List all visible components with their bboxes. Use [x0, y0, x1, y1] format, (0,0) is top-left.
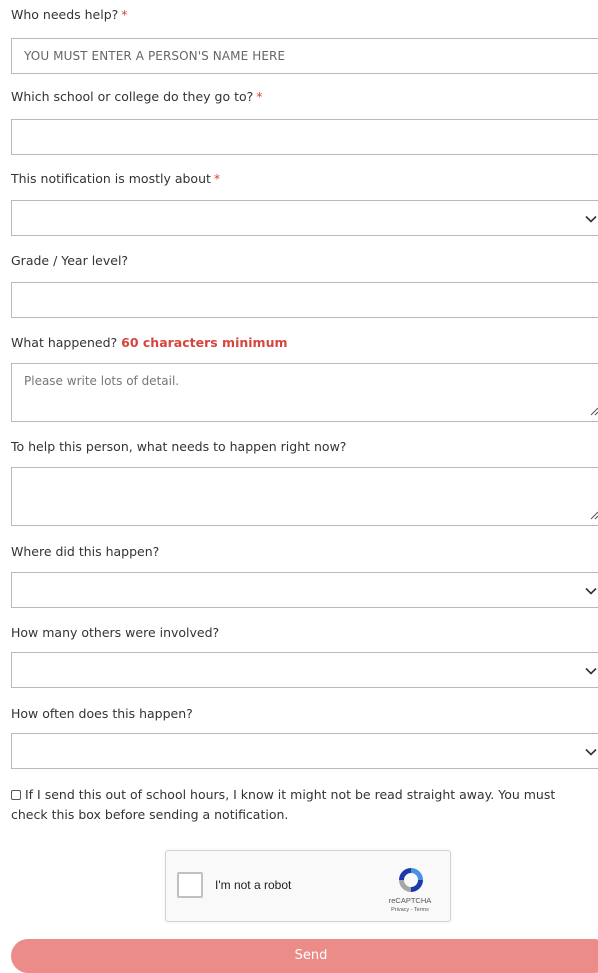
resize-grip-icon[interactable]: [589, 406, 598, 416]
what-happened-placeholder: Please write lots of detail.: [24, 374, 180, 388]
how-often-label: How often does this happen?: [11, 706, 193, 722]
help-now-textarea[interactable]: [11, 467, 598, 526]
notification-about-label-text: This notification is mostly about: [11, 171, 211, 186]
recaptcha-widget: I'm not a robot reCAPTCHA Privacy - Term…: [165, 850, 451, 922]
how-often-label-text: How often does this happen?: [11, 706, 193, 721]
what-happened-label-text: What happened?: [11, 335, 118, 350]
where-label: Where did this happen?: [11, 544, 159, 560]
chevron-down-icon: [585, 215, 597, 223]
school-label: Which school or college do they go to? *: [11, 89, 263, 105]
recaptcha-logo-icon: [399, 868, 423, 892]
who-needs-help-placeholder: YOU MUST ENTER A PERSON'S NAME HERE: [24, 49, 286, 63]
school-label-text: Which school or college do they go to?: [11, 89, 254, 104]
grade-label: Grade / Year level?: [11, 253, 128, 269]
recaptcha-label: I'm not a robot: [215, 878, 292, 892]
grade-label-text: Grade / Year level?: [11, 253, 129, 268]
grade-input[interactable]: [11, 282, 598, 318]
where-label-text: Where did this happen?: [11, 544, 160, 559]
out-of-hours-checkbox[interactable]: [11, 790, 21, 800]
required-marker: *: [256, 89, 263, 104]
minimum-characters-note: 60 characters minimum: [121, 335, 288, 350]
recaptcha-brand: reCAPTCHA: [388, 896, 432, 905]
resize-grip-icon[interactable]: [589, 510, 598, 520]
who-needs-help-label-text: Who needs help?: [11, 7, 119, 22]
recaptcha-privacy-terms-link[interactable]: Privacy - Terms: [378, 907, 442, 913]
notification-about-label: This notification is mostly about *: [11, 171, 220, 187]
help-now-label: To help this person, what needs to happe…: [11, 439, 346, 455]
who-needs-help-input[interactable]: YOU MUST ENTER A PERSON'S NAME HERE: [11, 38, 598, 74]
required-marker: *: [121, 7, 128, 22]
out-of-hours-consent: If I send this out of school hours, I kn…: [11, 785, 591, 825]
where-select[interactable]: [11, 572, 598, 608]
how-often-select[interactable]: [11, 733, 598, 769]
what-happened-label: What happened? 60 characters minimum: [11, 335, 288, 351]
required-marker: *: [213, 171, 221, 186]
out-of-hours-consent-text: If I send this out of school hours, I kn…: [11, 787, 556, 822]
others-involved-label: How many others were involved?: [11, 625, 219, 641]
school-input[interactable]: [11, 119, 598, 155]
others-involved-label-text: How many others were involved?: [11, 625, 220, 640]
what-happened-textarea[interactable]: Please write lots of detail.: [11, 363, 598, 422]
chevron-down-icon: [585, 667, 597, 675]
chevron-down-icon: [585, 748, 597, 756]
recaptcha-checkbox[interactable]: [177, 872, 203, 898]
notification-about-select[interactable]: [11, 200, 598, 236]
chevron-down-icon: [585, 587, 597, 595]
who-needs-help-label: Who needs help? *: [11, 7, 128, 23]
others-involved-select[interactable]: [11, 652, 598, 688]
help-now-label-text: To help this person, what needs to happe…: [11, 439, 347, 454]
send-button[interactable]: Send: [11, 939, 598, 973]
